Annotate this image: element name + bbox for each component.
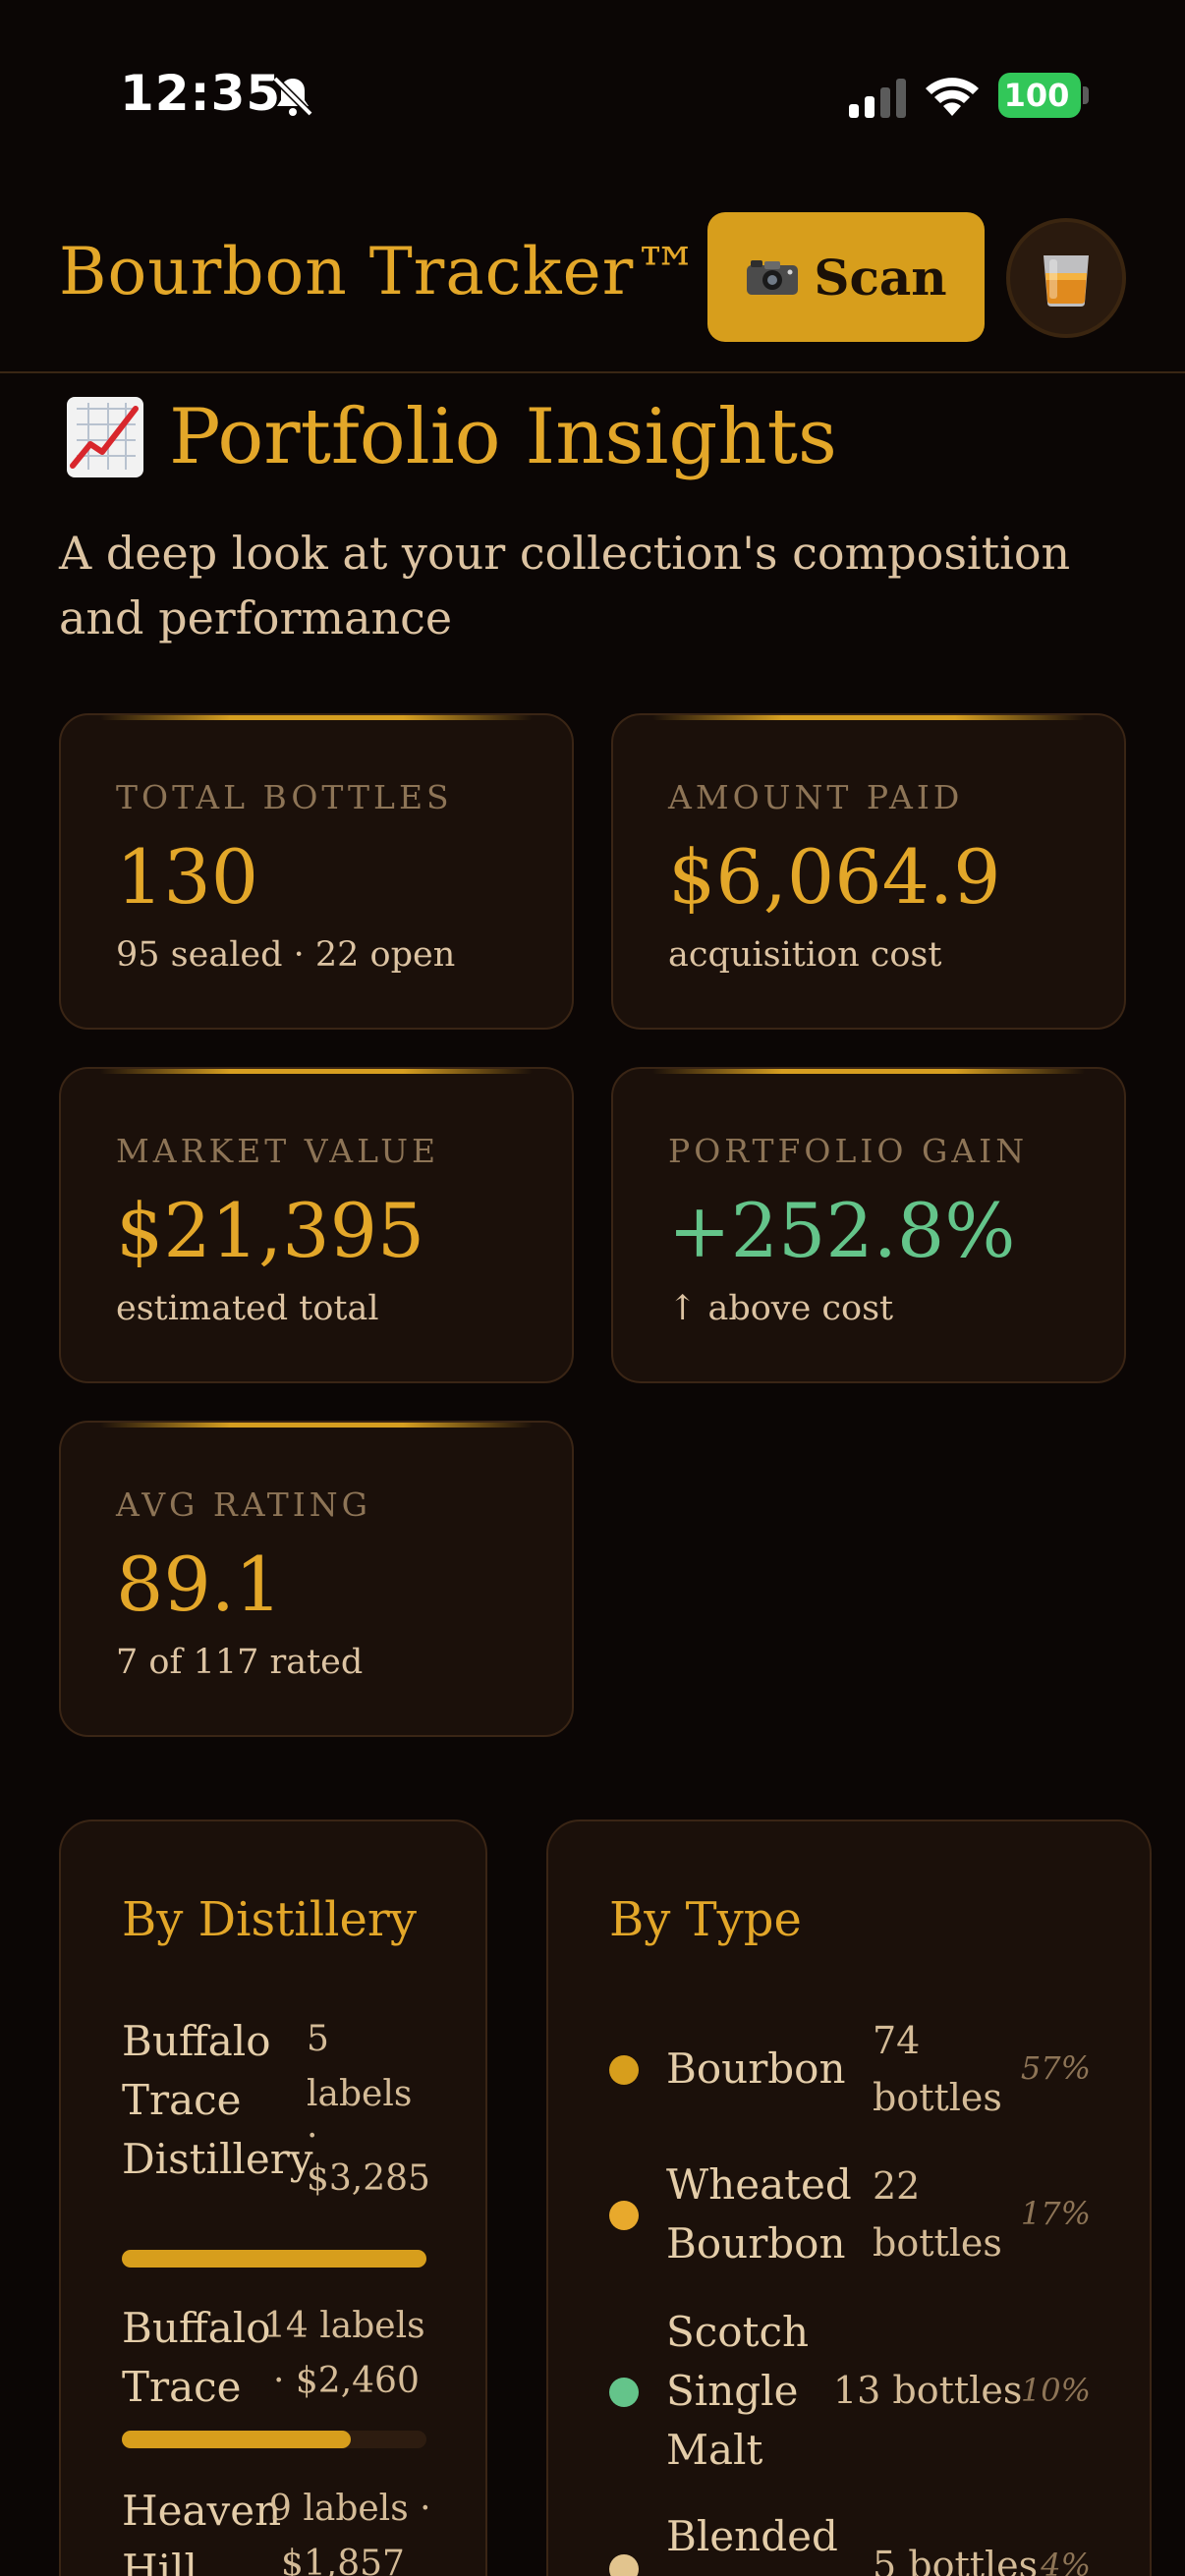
chart-increasing-icon bbox=[67, 397, 143, 477]
panel-title: By Type bbox=[609, 1892, 802, 1947]
type-count: 5 bottles bbox=[873, 2544, 1039, 2576]
distillery-bar-fill bbox=[122, 2431, 351, 2448]
stat-subtext: 7 of 117 rated bbox=[116, 1643, 364, 1682]
distillery-name: Buffalo Trace Distillery bbox=[122, 2017, 313, 2183]
type-name: Scotch Single Malt bbox=[666, 2308, 810, 2474]
type-percent: 57% bbox=[1020, 2049, 1091, 2087]
type-color-dot bbox=[609, 2554, 639, 2576]
status-time: 12:35 bbox=[120, 65, 282, 122]
distillery-name: Heaven Hill bbox=[122, 2487, 282, 2576]
stat-label: AVG RATING bbox=[116, 1485, 372, 1524]
type-count: 13 bottles bbox=[833, 2369, 1023, 2412]
distillery-meta: 14 labels · $2,460 bbox=[263, 2306, 425, 2401]
stat-label: MARKET VALUE bbox=[116, 1132, 440, 1170]
stat-value: $6,064.9 bbox=[668, 833, 1001, 921]
scan-button[interactable]: Scan bbox=[707, 212, 985, 342]
type-count: 22 bottles bbox=[873, 2164, 1002, 2265]
distillery-bar-fill bbox=[122, 2250, 426, 2268]
stat-subtext: acquisition cost bbox=[668, 935, 942, 975]
type-color-dot bbox=[609, 2201, 639, 2230]
avatar[interactable] bbox=[1006, 218, 1126, 338]
type-count: 74 bottles bbox=[873, 2019, 1002, 2119]
distillery-bar-track bbox=[122, 2250, 426, 2268]
type-name: Wheated Bourbon bbox=[666, 2160, 852, 2268]
panel-title: By Distillery bbox=[122, 1892, 417, 1947]
type-color-dot bbox=[609, 2055, 639, 2085]
stat-card-total-bottles: TOTAL BOTTLES 130 95 sealed · 22 open bbox=[59, 713, 574, 1030]
cellular-signal-icon bbox=[849, 79, 906, 118]
battery-tip bbox=[1083, 86, 1089, 104]
header-divider bbox=[0, 371, 1185, 373]
stat-value: 130 bbox=[116, 833, 259, 921]
camera-icon bbox=[747, 260, 799, 295]
stat-value: +252.8% bbox=[668, 1187, 1016, 1274]
status-bar: 12:35 100 bbox=[0, 0, 1185, 187]
battery-level: 100 bbox=[1003, 77, 1070, 114]
distillery-meta: 5 labels · $3,285 bbox=[307, 2019, 430, 2199]
distillery-meta: 9 labels · $1,857 bbox=[269, 2489, 431, 2576]
stat-card-amount-paid: AMOUNT PAID $6,064.9 acquisition cost bbox=[611, 713, 1126, 1030]
type-name: Bourbon bbox=[666, 2044, 846, 2093]
stat-card-market-value: MARKET VALUE $21,395 estimated total bbox=[59, 1067, 574, 1383]
stat-card-avg-rating: AVG RATING 89.1 7 of 117 rated bbox=[59, 1421, 574, 1737]
page-subtitle: A deep look at your collection's composi… bbox=[59, 527, 1071, 644]
type-percent: 4% bbox=[1041, 2547, 1091, 2576]
whiskey-glass-icon bbox=[1044, 255, 1089, 307]
type-name: Blended bbox=[666, 2512, 838, 2560]
by-type-panel: By Type Bourbon 74 bottles 57% Wheated B… bbox=[546, 1820, 1152, 2576]
type-percent: 17% bbox=[1020, 2195, 1091, 2232]
stat-label: AMOUNT PAID bbox=[668, 778, 964, 816]
stat-label: PORTFOLIO GAIN bbox=[668, 1132, 1029, 1170]
stat-value: 89.1 bbox=[116, 1540, 283, 1628]
stat-subtext: ↑ above cost bbox=[668, 1289, 894, 1328]
app-title: Bourbon Tracker™ bbox=[59, 234, 701, 309]
stat-card-portfolio-gain: PORTFOLIO GAIN +252.8% ↑ above cost bbox=[611, 1067, 1126, 1383]
stat-label: TOTAL BOTTLES bbox=[116, 778, 453, 816]
bell-slash-icon bbox=[272, 76, 313, 117]
by-distillery-panel: By Distillery Buffalo Trace Distillery 5… bbox=[59, 1820, 487, 2576]
page-title: Portfolio Insights bbox=[169, 393, 837, 481]
type-color-dot bbox=[609, 2378, 639, 2407]
stat-subtext: 95 sealed · 22 open bbox=[116, 935, 456, 975]
scan-label: Scan bbox=[814, 248, 947, 307]
stat-subtext: estimated total bbox=[116, 1289, 379, 1328]
app-screen: 12:35 100 Bourbon Tracker™ Scan Portfoli… bbox=[0, 0, 1185, 2576]
distillery-bar-track bbox=[122, 2431, 426, 2448]
battery-indicator: 100 bbox=[998, 73, 1081, 118]
distillery-name: Buffalo Trace bbox=[122, 2304, 271, 2411]
wifi-icon bbox=[926, 78, 979, 116]
type-percent: 10% bbox=[1020, 2372, 1091, 2409]
stat-value: $21,395 bbox=[116, 1187, 425, 1274]
